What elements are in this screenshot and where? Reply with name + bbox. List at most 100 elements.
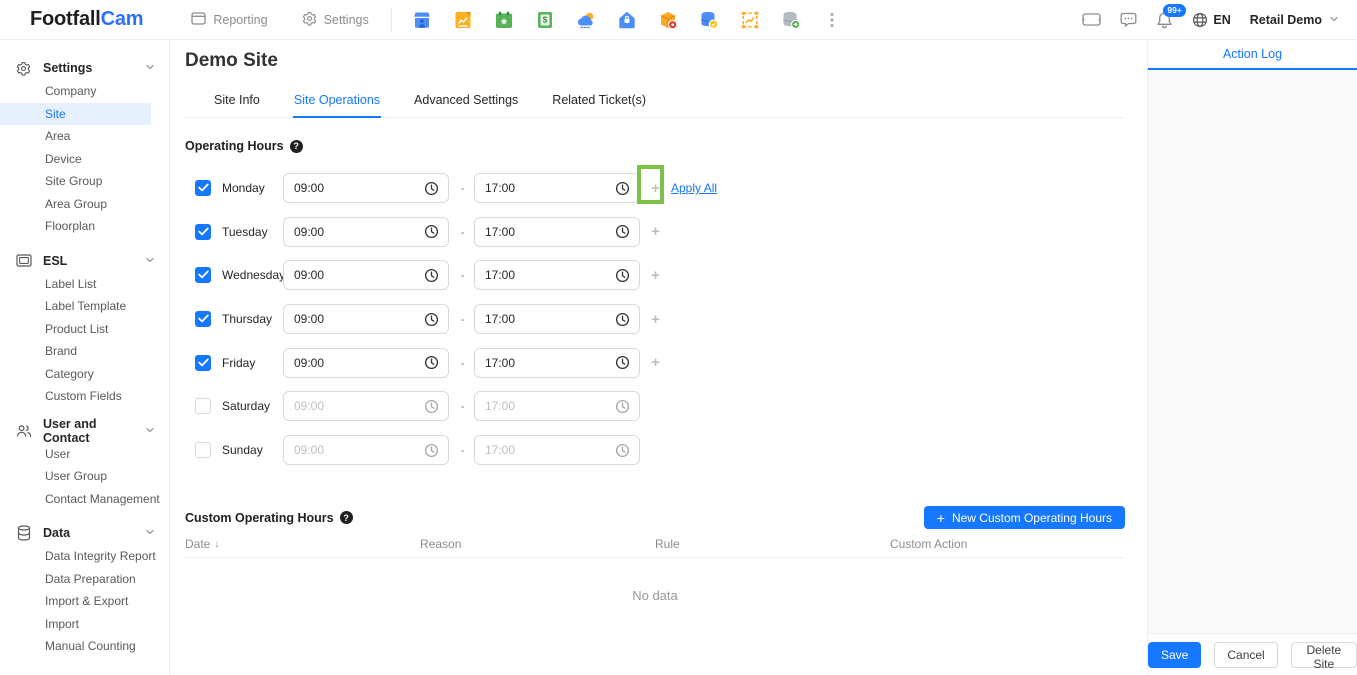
column-header-reason[interactable]: Reason (420, 537, 655, 551)
calendar-events-icon[interactable] (494, 10, 514, 30)
wednesday-add-hours-button[interactable] (648, 267, 663, 284)
sunday-end-time-field[interactable] (474, 435, 640, 465)
chat-icon[interactable] (1120, 12, 1137, 28)
storefront-icon[interactable] (412, 10, 432, 30)
tab-advanced-settings[interactable]: Advanced Settings (413, 87, 519, 118)
friday-end-time-field[interactable] (474, 348, 640, 378)
wednesday-start-time-field[interactable] (283, 260, 449, 290)
help-icon[interactable] (340, 511, 353, 524)
data-sync-icon[interactable] (781, 10, 801, 30)
sidebar-section-header-data[interactable]: Data (0, 521, 169, 545)
sidebar-item-import[interactable]: Import (0, 613, 151, 636)
saturday-start-time-input[interactable] (294, 399, 424, 413)
help-icon[interactable] (290, 140, 303, 153)
monday-end-time-field[interactable] (474, 173, 640, 203)
nav-reporting[interactable]: Reporting (191, 12, 267, 28)
more-apps-icon[interactable] (822, 10, 842, 30)
friday-start-time-field[interactable] (283, 348, 449, 378)
sidebar-item-area-group[interactable]: Area Group (0, 193, 151, 216)
sidebar-item-site[interactable]: Site (0, 103, 151, 126)
package-alert-icon[interactable] (658, 10, 678, 30)
sunday-end-time-input[interactable] (485, 443, 615, 457)
action-log-tab[interactable]: Action Log (1148, 40, 1357, 70)
column-header-rule[interactable]: Rule (655, 537, 890, 551)
notification-bell-icon[interactable]: 99+ (1156, 11, 1173, 29)
sidebar-item-brand[interactable]: Brand (0, 340, 151, 363)
monday-start-time-input[interactable] (294, 181, 424, 195)
wednesday-start-time-input[interactable] (294, 268, 424, 282)
sidebar-item-contact-management[interactable]: Contact Management (0, 488, 151, 511)
friday-checkbox[interactable] (195, 355, 211, 371)
ledger-icon[interactable]: $ (535, 10, 555, 30)
tuesday-end-time-field[interactable] (474, 217, 640, 247)
wednesday-checkbox[interactable] (195, 267, 211, 283)
sidebar-item-site-group[interactable]: Site Group (0, 170, 151, 193)
account-menu[interactable]: Retail Demo (1250, 11, 1339, 29)
sidebar-item-label-template[interactable]: Label Template (0, 295, 151, 318)
saturday-end-time-field[interactable] (474, 391, 640, 421)
tuesday-end-time-input[interactable] (485, 225, 615, 239)
column-header-custom-action[interactable]: Custom Action (890, 537, 1125, 551)
sidebar-section-header-user-and-contact[interactable]: User and Contact (0, 419, 169, 443)
sidebar-item-label-list[interactable]: Label List (0, 273, 151, 296)
saturday-start-time-field[interactable] (283, 391, 449, 421)
monday-checkbox[interactable] (195, 180, 211, 196)
tuesday-add-hours-button[interactable] (648, 223, 663, 240)
saturday-end-time-input[interactable] (485, 399, 615, 413)
sidebar-item-company[interactable]: Company (0, 80, 151, 103)
sidebar-item-manual-counting[interactable]: Manual Counting (0, 635, 151, 658)
sidebar-section-header-settings[interactable]: Settings (0, 56, 169, 80)
friday-end-time-input[interactable] (485, 356, 615, 370)
tuesday-start-time-field[interactable] (283, 217, 449, 247)
sidebar-item-product-list[interactable]: Product List (0, 318, 151, 341)
save-button[interactable]: Save (1148, 642, 1201, 668)
crop-analytics-icon[interactable] (740, 10, 760, 30)
tab-related-ticket-s[interactable]: Related Ticket(s) (551, 87, 647, 118)
monday-end-time-input[interactable] (485, 181, 615, 195)
thursday-add-hours-button[interactable] (648, 311, 663, 328)
sales-report-icon[interactable] (453, 10, 473, 30)
delete-site-button[interactable]: Delete Site (1291, 642, 1357, 668)
language-selector[interactable]: EN (1192, 12, 1230, 28)
tab-site-operations[interactable]: Site Operations (293, 87, 381, 118)
sidebar-item-custom-fields[interactable]: Custom Fields (0, 385, 151, 408)
monday-start-time-field[interactable] (283, 173, 449, 203)
sunday-start-time-field[interactable] (283, 435, 449, 465)
weather-icon[interactable] (576, 10, 596, 30)
monday-add-hours-button[interactable] (648, 180, 663, 197)
tab-site-info[interactable]: Site Info (213, 87, 261, 118)
home-security-icon[interactable] (617, 10, 637, 30)
thursday-end-time-input[interactable] (485, 312, 615, 326)
data-coin-icon[interactable] (699, 10, 719, 30)
tuesday-checkbox[interactable] (195, 224, 211, 240)
sidebar-item-import-export[interactable]: Import & Export (0, 590, 151, 613)
sidebar-item-area[interactable]: Area (0, 125, 151, 148)
footfallcam-logo[interactable]: FootfallCam (30, 8, 143, 31)
sidebar-item-category[interactable]: Category (0, 363, 151, 386)
thursday-start-time-input[interactable] (294, 312, 424, 326)
friday-add-hours-button[interactable] (648, 354, 663, 371)
sidebar-item-data-integrity-report[interactable]: Data Integrity Report (0, 545, 151, 568)
sunday-checkbox[interactable] (195, 442, 211, 458)
friday-start-time-input[interactable] (294, 356, 424, 370)
sunday-start-time-input[interactable] (294, 443, 424, 457)
sidebar-item-user-group[interactable]: User Group (0, 465, 151, 488)
wednesday-end-time-field[interactable] (474, 260, 640, 290)
saturday-checkbox[interactable] (195, 398, 211, 414)
sidebar-item-floorplan[interactable]: Floorplan (0, 215, 151, 238)
apply-all-link[interactable]: Apply All (671, 181, 717, 195)
sidebar-item-data-preparation[interactable]: Data Preparation (0, 568, 151, 591)
cancel-button[interactable]: Cancel (1214, 642, 1277, 668)
ticket-icon[interactable] (1082, 12, 1101, 27)
thursday-end-time-field[interactable] (474, 304, 640, 334)
sidebar-item-user[interactable]: User (0, 443, 151, 466)
column-header-date[interactable]: Date (185, 537, 420, 551)
new-custom-operating-hours-button[interactable]: + New Custom Operating Hours (924, 506, 1125, 529)
sidebar-item-device[interactable]: Device (0, 148, 151, 171)
wednesday-end-time-input[interactable] (485, 268, 615, 282)
tuesday-start-time-input[interactable] (294, 225, 424, 239)
sidebar-section-header-esl[interactable]: ESL (0, 249, 169, 273)
thursday-checkbox[interactable] (195, 311, 211, 327)
thursday-start-time-field[interactable] (283, 304, 449, 334)
nav-settings[interactable]: Settings (302, 11, 369, 29)
